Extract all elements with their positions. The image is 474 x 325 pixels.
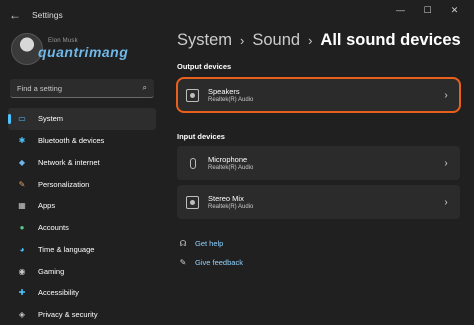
sidebar-item-apps[interactable]: ▦ Apps: [8, 195, 156, 217]
device-name: Microphone: [208, 155, 248, 164]
sidebar-item-label: Privacy & security: [38, 310, 98, 320]
sidebar-nav: ▭ System ✱ Bluetooth & devices ◆ Network & in…: [8, 108, 156, 325]
sidebar-item-network-internet[interactable]: ◆ Network & internet: [8, 152, 156, 174]
input-devices-heading: Input devices: [177, 132, 225, 141]
sidebar-item-bluetooth-devices[interactable]: ✱ Bluetooth & devices: [8, 130, 156, 152]
sidebar-item-label: Network & internet: [38, 157, 100, 167]
window-controls: — ☐ ✕: [387, 4, 468, 16]
sidebar-item-label: Time & language: [38, 244, 95, 254]
device-driver: Realtek(R) Audio: [208, 97, 254, 103]
speaker-icon: [186, 88, 199, 102]
search-input[interactable]: Find a setting: [17, 84, 143, 93]
output-devices-heading: Output devices: [177, 62, 232, 71]
sidebar-item-time-language[interactable]: ◕ Time & language: [8, 239, 156, 261]
sidebar-item-gaming[interactable]: ◉ Gaming: [8, 260, 156, 282]
device-driver: Realtek(R) Audio: [208, 204, 254, 210]
close-icon[interactable]: ✕: [441, 4, 468, 16]
sidebar-item-label: Accounts: [38, 223, 69, 233]
give-feedback-link[interactable]: ✎ Give feedback: [177, 258, 243, 267]
title-bar: ← Settings — ☐ ✕: [0, 0, 474, 30]
breadcrumb-sound[interactable]: Sound: [252, 31, 300, 50]
wifi-icon: ◆: [18, 157, 26, 167]
sidebar-item-label: Gaming: [38, 266, 65, 276]
sidebar-item-accounts[interactable]: ● Accounts: [8, 217, 156, 239]
audio-device-icon: [186, 195, 199, 209]
chevron-right-icon: ›: [444, 157, 448, 169]
globe-clock-icon: ◕: [19, 244, 25, 254]
monitor-icon: ▭: [18, 114, 26, 124]
search-box[interactable]: Find a setting ⌕: [10, 79, 154, 98]
device-name: Speakers: [208, 87, 240, 96]
breadcrumb-system[interactable]: System: [177, 31, 232, 50]
minimize-icon[interactable]: —: [387, 4, 414, 16]
sidebar-item-label: Bluetooth & devices: [38, 136, 105, 146]
sidebar-item-accessibility[interactable]: ✚ Accessibility: [8, 282, 156, 304]
device-card-stereo-mix[interactable]: Stereo Mix Realtek(R) Audio ›: [177, 185, 460, 219]
sidebar-item-privacy-security[interactable]: ◈ Privacy & security: [8, 304, 156, 325]
sidebar-item-label: System: [38, 114, 64, 124]
chevron-right-icon: ›: [444, 196, 448, 208]
apps-icon: ▦: [18, 201, 26, 211]
sidebar-item-system[interactable]: ▭ System: [8, 108, 156, 130]
brush-icon: ✎: [18, 179, 26, 189]
help-chat-icon: ☊: [179, 239, 187, 248]
device-card-speakers[interactable]: Speakers Realtek(R) Audio ›: [176, 77, 461, 113]
search-icon[interactable]: ⌕: [143, 83, 147, 93]
feedback-icon: ✎: [179, 258, 187, 267]
device-card-microphone[interactable]: Microphone Realtek(R) Audio ›: [177, 146, 460, 180]
watermark: quantrimang: [38, 44, 129, 60]
sidebar-item-personalization[interactable]: ✎ Personalization: [8, 173, 156, 195]
sidebar-item-label: Apps: [38, 201, 56, 211]
breadcrumb: System › Sound › All sound devices: [177, 31, 461, 50]
sidebar-item-label: Accessibility: [38, 288, 79, 298]
give-feedback-label[interactable]: Give feedback: [195, 258, 243, 267]
bluetooth-icon: ✱: [18, 136, 26, 146]
get-help-label[interactable]: Get help: [195, 239, 223, 248]
page-title: All sound devices: [320, 31, 461, 49]
chevron-right-icon: ›: [240, 33, 245, 48]
get-help-link[interactable]: ☊ Get help: [177, 239, 223, 248]
maximize-icon[interactable]: ☐: [414, 4, 441, 16]
user-profile[interactable]: Elon Musk quantrimang: [8, 28, 158, 72]
microphone-icon: [186, 157, 199, 169]
sidebar-item-label: Personalization: [38, 179, 90, 189]
person-icon: ●: [19, 223, 25, 233]
window-title: Settings: [32, 10, 63, 20]
back-arrow-icon[interactable]: ←: [2, 8, 28, 22]
device-driver: Realtek(R) Audio: [208, 165, 254, 171]
shield-icon: ◈: [18, 310, 26, 320]
chevron-right-icon: ›: [444, 89, 448, 101]
device-name: Stereo Mix: [208, 194, 244, 203]
chevron-right-icon: ›: [308, 33, 313, 48]
gamepad-icon: ◉: [18, 266, 26, 276]
accessibility-icon: ✚: [18, 288, 26, 298]
